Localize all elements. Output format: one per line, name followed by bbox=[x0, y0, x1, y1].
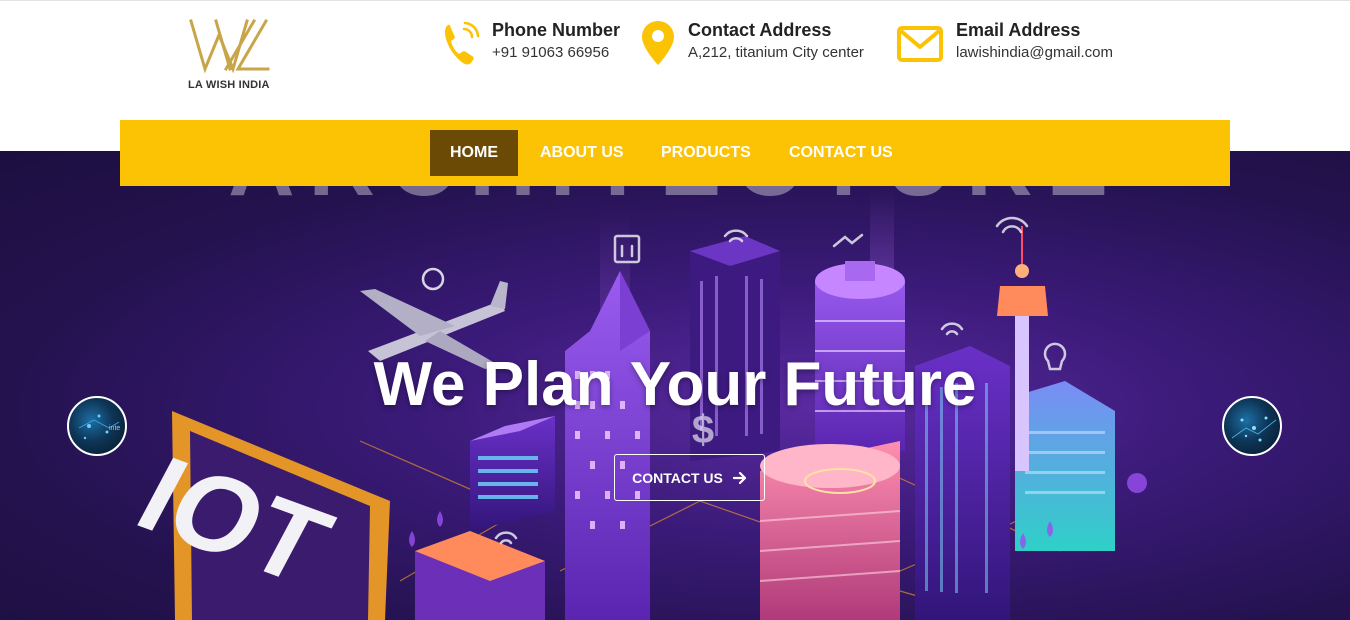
location-pin-icon bbox=[638, 19, 678, 67]
hero-contact-label: CONTACT US bbox=[632, 469, 723, 486]
arrow-right-icon bbox=[732, 471, 746, 484]
hero-slider: ARCHITECTURE IOT bbox=[0, 151, 1350, 620]
slider-prev-thumb-text: inte bbox=[109, 425, 120, 432]
address-title: Contact Address bbox=[688, 20, 832, 40]
email-info: Email Address lawishindia@gmail.com bbox=[896, 19, 1113, 67]
hero-contact-button[interactable]: CONTACT US bbox=[614, 454, 765, 501]
phone-icon bbox=[442, 19, 482, 67]
envelope-icon bbox=[896, 19, 944, 67]
phone-value[interactable]: +91 91063 66956 bbox=[492, 41, 620, 65]
main-nav: HOME ABOUT US PRODUCTS CONTACT US bbox=[120, 120, 1230, 186]
phone-title: Phone Number bbox=[492, 20, 621, 40]
nav-home[interactable]: HOME bbox=[430, 130, 518, 176]
logo-monogram-icon bbox=[189, 18, 270, 74]
email-title: Email Address bbox=[956, 20, 1081, 40]
pink-building bbox=[759, 441, 901, 620]
address-info: Contact Address A,212, titanium City cen… bbox=[638, 19, 864, 67]
email-value[interactable]: lawishindia@gmail.com bbox=[956, 41, 1113, 65]
nav-about-us[interactable]: ABOUT US bbox=[540, 130, 624, 176]
phone-info: Phone Number +91 91063 66956 bbox=[442, 19, 620, 67]
address-value: A,212, titanium City center bbox=[688, 44, 864, 61]
nav-contact-us[interactable]: CONTACT US bbox=[789, 130, 893, 176]
slider-next-button[interactable] bbox=[1222, 396, 1282, 456]
site-logo[interactable]: LA WISH INDIA bbox=[186, 17, 276, 95]
hero-title: We Plan Your Future bbox=[373, 350, 977, 419]
iot-sign-graphic: IOT bbox=[119, 411, 390, 620]
slider-prev-button[interactable]: inte bbox=[67, 396, 127, 456]
spire-building bbox=[565, 271, 650, 620]
nav-products[interactable]: PRODUCTS bbox=[661, 130, 751, 176]
brand-name: LA WISH INDIA bbox=[188, 79, 270, 91]
